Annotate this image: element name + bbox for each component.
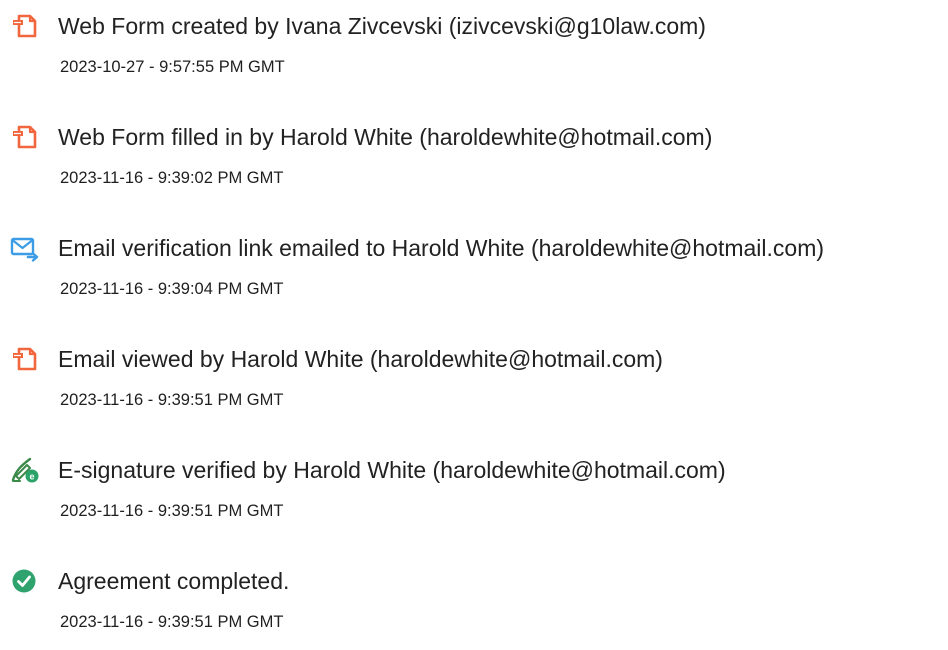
event-description: Web Form created by Ivana Zivcevski (izi… — [58, 13, 706, 39]
history-event: Email viewed by Harold White (haroldewhi… — [0, 333, 948, 413]
event-timestamp: 2023-11-16 - 9:39:02 PM GMT — [60, 169, 284, 187]
document-icon — [10, 122, 40, 152]
checkmark-circle-icon — [10, 566, 40, 596]
history-event: Web Form filled in by Harold White (haro… — [0, 111, 948, 191]
event-timestamp: 2023-10-27 - 9:57:55 PM GMT — [60, 58, 285, 76]
event-description: Email viewed by Harold White (haroldewhi… — [58, 346, 663, 372]
history-event: e E-signature verified by Harold White (… — [0, 444, 948, 524]
history-event: Web Form created by Ivana Zivcevski (izi… — [0, 0, 948, 80]
event-description: Web Form filled in by Harold White (haro… — [58, 124, 713, 150]
event-timestamp: 2023-11-16 - 9:39:51 PM GMT — [60, 391, 284, 409]
email-sent-icon — [10, 233, 40, 263]
svg-text:e: e — [29, 472, 34, 482]
history-event: Email verification link emailed to Harol… — [0, 222, 948, 302]
document-icon — [10, 344, 40, 374]
event-timestamp: 2023-11-16 - 9:39:51 PM GMT — [60, 502, 284, 520]
event-timestamp: 2023-11-16 - 9:39:51 PM GMT — [60, 613, 284, 631]
event-description: Agreement completed. — [58, 568, 290, 594]
e-signature-icon: e — [10, 455, 40, 485]
event-timestamp: 2023-11-16 - 9:39:04 PM GMT — [60, 280, 284, 298]
event-description: E-signature verified by Harold White (ha… — [58, 457, 726, 483]
document-icon — [10, 11, 40, 41]
history-event: Agreement completed. 2023-11-16 - 9:39:5… — [0, 555, 948, 635]
event-description: Email verification link emailed to Harol… — [58, 235, 825, 261]
